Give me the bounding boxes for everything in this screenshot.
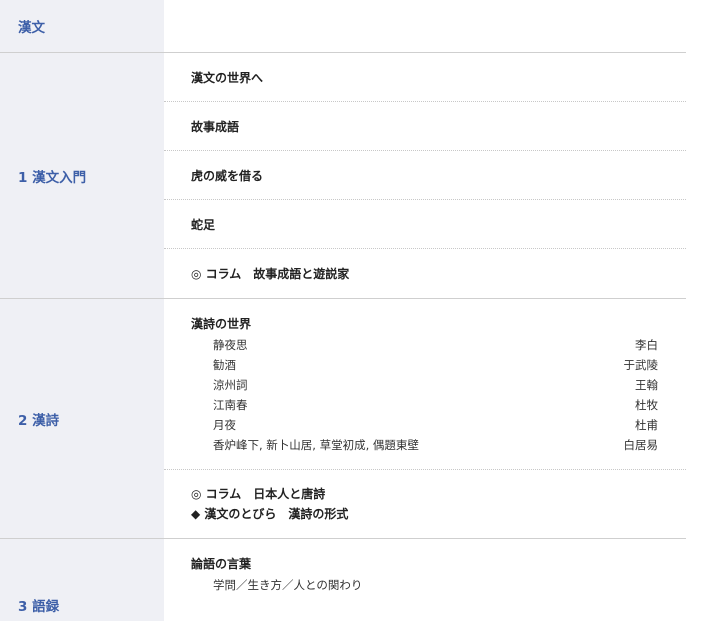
poem-item[interactable]: 江南春 杜牧 [191, 395, 658, 415]
table-of-contents: 漢文 1 漢文入門 漢文の世界へ 故事成語 虎の威を借る 蛇足 ◎ コラム 故事… [0, 0, 686, 621]
section-1-row: 1 漢文入門 漢文の世界へ 故事成語 虎の威を借る 蛇足 ◎ コラム 故事成語と… [0, 53, 686, 299]
section-2-row: 2 漢詩 漢詩の世界 静夜思 李白 勧酒 于武陵 涼州詞 王翰 江南春 杜牧 月… [0, 299, 686, 539]
column-group: ◎ コラム 日本人と唐詩 ◆ 漢文のとびら 漢詩の形式 [164, 470, 686, 538]
section-label: 2 漢詩 [0, 299, 164, 538]
toc-entry[interactable]: 漢文の世界へ [164, 53, 686, 102]
toc-entry-column[interactable]: ◎ コラム 故事成語と遊説家 [164, 249, 686, 298]
poem-title: 月夜 [213, 418, 236, 432]
poem-title: 江南春 [213, 398, 248, 412]
section-3-row: 3 語録 論語の言葉 学問／生き方／人との関わり [0, 539, 686, 621]
header-blank [164, 0, 686, 52]
toc-entry[interactable]: 蛇足 [164, 200, 686, 249]
section-label: 1 漢文入門 [0, 53, 164, 298]
poem-item[interactable]: 静夜思 李白 [191, 335, 658, 355]
poem-author: 于武陵 [623, 358, 659, 372]
section-label: 3 語録 [0, 539, 164, 621]
poem-item[interactable]: 香炉峰下, 新卜山居, 草堂初成, 偶題東壁 白居易 [191, 435, 658, 455]
poem-item[interactable]: 勧酒 于武陵 [191, 355, 658, 375]
section-entries: 漢文の世界へ 故事成語 虎の威を借る 蛇足 ◎ コラム 故事成語と遊説家 [164, 53, 686, 298]
toc-title: 漢文 [0, 0, 164, 52]
toc-entry[interactable]: 虎の威を借る [164, 151, 686, 200]
poem-title: 静夜思 [213, 338, 248, 352]
toc-entry-extra[interactable]: ◆ 漢文のとびら 漢詩の形式 [191, 504, 658, 524]
group-subtitle[interactable]: 学問／生き方／人との関わり [191, 575, 658, 595]
poem-item[interactable]: 月夜 杜甫 [191, 415, 658, 435]
poem-title: 勧酒 [213, 358, 236, 372]
poem-author: 李白 [635, 338, 658, 352]
poem-group: 漢詩の世界 静夜思 李白 勧酒 于武陵 涼州詞 王翰 江南春 杜牧 月夜 杜甫 … [164, 299, 686, 470]
poem-author: 杜甫 [635, 418, 658, 432]
group-title[interactable]: 論語の言葉 [191, 553, 658, 575]
section-entries: 漢詩の世界 静夜思 李白 勧酒 于武陵 涼州詞 王翰 江南春 杜牧 月夜 杜甫 … [164, 299, 686, 538]
toc-header-row: 漢文 [0, 0, 686, 53]
toc-entry[interactable]: 故事成語 [164, 102, 686, 151]
analects-group: 論語の言葉 学問／生き方／人との関わり [164, 539, 686, 621]
poem-author: 白居易 [623, 438, 659, 452]
poem-item[interactable]: 涼州詞 王翰 [191, 375, 658, 395]
poem-author: 杜牧 [635, 398, 658, 412]
toc-entry-column[interactable]: ◎ コラム 日本人と唐詩 [191, 484, 658, 504]
section-entries: 論語の言葉 学問／生き方／人との関わり [164, 539, 686, 621]
poem-author: 王翰 [635, 378, 658, 392]
poem-title: 香炉峰下, 新卜山居, 草堂初成, 偶題東壁 [213, 438, 419, 452]
poem-title: 涼州詞 [213, 378, 248, 392]
group-title[interactable]: 漢詩の世界 [191, 313, 658, 335]
